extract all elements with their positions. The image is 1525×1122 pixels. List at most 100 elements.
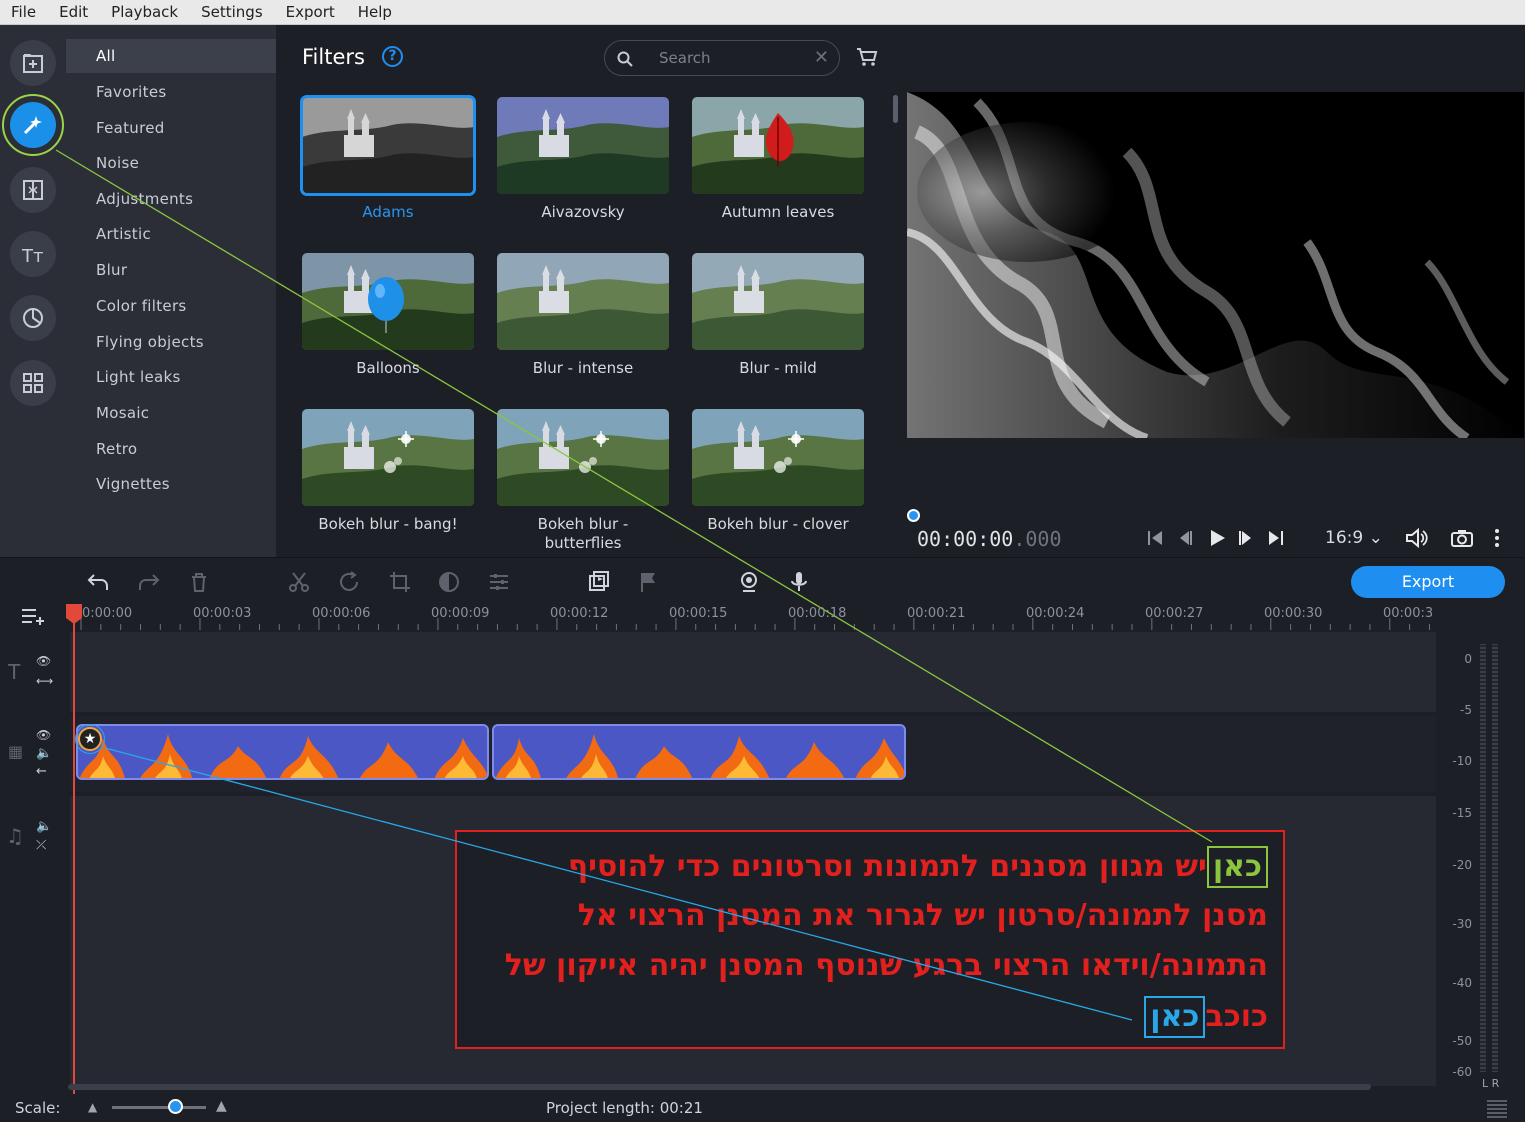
scale-slider-knob[interactable] <box>168 1099 183 1114</box>
aspect-ratio-value: 16:9 <box>1325 528 1364 548</box>
text-track[interactable] <box>70 632 1436 712</box>
more-tools-button[interactable] <box>10 360 56 406</box>
filter-thumbnail[interactable] <box>497 253 669 350</box>
speaker-icon[interactable]: 🔈 <box>36 819 52 834</box>
timeline-ruler[interactable] <box>66 600 1436 632</box>
category-flying-objects[interactable]: Flying objects <box>66 325 276 359</box>
search-input[interactable]: Search <box>659 49 711 67</box>
skip-start-icon[interactable] <box>1146 528 1166 548</box>
undo-icon[interactable] <box>86 570 110 594</box>
music-track-icon: ♫ <box>6 824 24 848</box>
timeline-scrollbar[interactable] <box>68 1084 1371 1090</box>
filter-category-list: All Favorites Featured Noise Adjustments… <box>66 25 276 557</box>
filter-thumbnail[interactable] <box>302 409 474 506</box>
meter-scale-label: -60 <box>1452 1065 1472 1079</box>
crop-icon[interactable] <box>388 570 412 594</box>
clip-properties-icon[interactable] <box>487 570 511 594</box>
clear-search-icon[interactable]: ✕ <box>814 47 829 68</box>
more-options-icon[interactable] <box>1490 528 1504 548</box>
video-clip[interactable] <box>492 724 906 780</box>
webcam-record-icon[interactable] <box>737 570 761 594</box>
filter-thumbnail[interactable] <box>302 253 474 350</box>
step-forward-icon[interactable] <box>1236 528 1256 548</box>
store-cart-icon[interactable] <box>856 47 878 67</box>
category-light-leaks[interactable]: Light leaks <box>66 360 276 394</box>
filter-thumbnail[interactable] <box>497 409 669 506</box>
annotation-highlight-ring <box>75 724 105 754</box>
volume-icon[interactable] <box>1405 528 1429 548</box>
clip-fire-frames <box>495 734 904 778</box>
aspect-ratio-select[interactable]: 16:9 ⌄ <box>1325 528 1383 548</box>
marker-flag-icon[interactable] <box>637 570 661 594</box>
zoom-in-icon[interactable]: ▲ <box>216 1098 227 1114</box>
panel-scrollbar[interactable] <box>893 95 898 123</box>
annotation-line-2: מסנן לתמונה/סרטון יש לגרור את המסנן הרצו… <box>577 898 1268 933</box>
video-clip[interactable] <box>76 724 489 780</box>
category-noise[interactable]: Noise <box>66 146 276 180</box>
menu-help[interactable]: Help <box>355 3 395 21</box>
import-button[interactable] <box>10 40 56 86</box>
video-preview <box>907 92 1524 438</box>
ruler-label: 00:00:18 <box>788 606 847 621</box>
ruler-label: 00:00:09 <box>431 606 490 621</box>
category-mosaic[interactable]: Mosaic <box>66 396 276 430</box>
help-icon[interactable]: ? <box>382 46 403 67</box>
scale-slider[interactable] <box>112 1106 206 1109</box>
category-blur[interactable]: Blur <box>66 253 276 287</box>
search-box[interactable]: Search ✕ <box>604 40 840 76</box>
link-icon[interactable]: ⟷ <box>36 674 53 688</box>
category-color-filters[interactable]: Color filters <box>66 289 276 323</box>
filter-label: Blur - intense <box>532 359 634 377</box>
meter-lr-label: L R <box>1482 1077 1500 1090</box>
eye-icon[interactable]: 👁 <box>36 728 51 742</box>
preview-scrubber[interactable] <box>907 509 920 522</box>
filter-thumbnail[interactable] <box>497 97 669 194</box>
filter-thumbnail[interactable] <box>692 97 864 194</box>
ruler-label: 00:00:24 <box>1026 606 1085 621</box>
category-featured[interactable]: Featured <box>66 111 276 145</box>
menu-settings[interactable]: Settings <box>198 3 266 21</box>
menu-edit[interactable]: Edit <box>56 3 91 21</box>
eye-icon[interactable]: 👁 <box>36 654 51 668</box>
menu-file[interactable]: File <box>8 3 39 21</box>
snapshot-camera-icon[interactable] <box>1451 528 1473 548</box>
meter-settings-icon[interactable] <box>1486 1098 1508 1118</box>
text-track-icon: T <box>8 660 21 684</box>
filter-thumbnail[interactable] <box>300 95 476 196</box>
meter-scale-label: 0 <box>1464 652 1472 666</box>
category-vignettes[interactable]: Vignettes <box>66 467 276 501</box>
category-all[interactable]: All <box>66 39 276 73</box>
export-clip-icon[interactable] <box>587 570 611 594</box>
step-back-icon[interactable] <box>1175 528 1195 548</box>
category-retro[interactable]: Retro <box>66 432 276 466</box>
redo-icon[interactable] <box>137 570 161 594</box>
timecode-ms: .000 <box>1013 527 1062 551</box>
color-adjust-icon[interactable] <box>437 570 461 594</box>
ruler-label: 00:00:27 <box>1145 606 1204 621</box>
filter-thumbnail[interactable] <box>692 253 864 350</box>
play-icon[interactable] <box>1206 528 1228 548</box>
menu-playback[interactable]: Playback <box>108 3 181 21</box>
microphone-icon[interactable] <box>787 570 811 594</box>
stickers-tool-button[interactable] <box>10 295 56 341</box>
export-button[interactable]: Export <box>1351 566 1505 598</box>
delete-icon[interactable] <box>187 570 211 594</box>
transitions-tool-button[interactable] <box>10 167 56 213</box>
titles-tool-button[interactable]: Tт <box>10 231 56 277</box>
titles-icon: Tт <box>21 246 43 266</box>
cut-icon[interactable] <box>287 570 311 594</box>
annotation-line-4: כוכבכאן <box>1144 996 1268 1038</box>
playhead-line[interactable] <box>73 610 75 1094</box>
menu-export[interactable]: Export <box>283 3 338 21</box>
speaker-icon[interactable]: 🔈 <box>36 746 52 761</box>
link-arrow-icon[interactable]: ← <box>36 764 47 779</box>
filter-thumbnail[interactable] <box>692 409 864 506</box>
add-track-icon[interactable] <box>20 606 46 626</box>
unlink-icon[interactable]: ⤫ <box>36 838 46 853</box>
category-adjustments[interactable]: Adjustments <box>66 182 276 216</box>
skip-end-icon[interactable] <box>1265 528 1285 548</box>
category-favorites[interactable]: Favorites <box>66 75 276 109</box>
rotate-icon[interactable] <box>337 570 361 594</box>
zoom-out-icon[interactable]: ▲ <box>88 1100 97 1114</box>
category-artistic[interactable]: Artistic <box>66 217 276 251</box>
